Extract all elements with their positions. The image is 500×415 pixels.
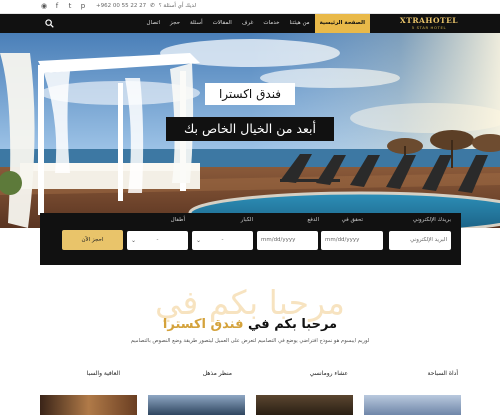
- welcome-heading: مرحبا بكم في فندق اكسترا: [0, 317, 500, 332]
- nav-item-rooms[interactable]: غرف: [237, 14, 259, 33]
- chevron-down-icon: ⌄: [196, 237, 202, 244]
- adults-select[interactable]: ⌄ -: [192, 231, 253, 250]
- feature-view: منظر مذهل: [202, 370, 232, 377]
- features-list: أداة السباحة عشاء رومانسي منظر مذهل العا…: [40, 370, 460, 382]
- contact-info: لديك أي أسئلة ؟ ✆ +962 00 55 22 27: [96, 2, 196, 11]
- welcome-description: لوريم ايبسوم هو نموذج افتراضي يوضع في ال…: [130, 338, 370, 344]
- phone-number[interactable]: +962 00 55 22 27: [96, 2, 146, 11]
- nav-item-about[interactable]: من هيئتنا: [284, 14, 314, 33]
- hero-title: فندق اكسترا: [205, 83, 295, 105]
- hotel-logo[interactable]: XTRAHOTEL 5 STAR HOTEL: [398, 16, 460, 31]
- pool-thumbnail[interactable]: [364, 395, 461, 415]
- feature-romantic-dinner: عشاء رومانسي: [309, 370, 348, 377]
- dinner-thumbnail[interactable]: [256, 395, 353, 415]
- checkin-date-input[interactable]: mm/dd/yyyy: [321, 231, 383, 250]
- social-links: ◉ f t p: [40, 2, 87, 11]
- book-now-button[interactable]: احجز الآن: [62, 230, 123, 250]
- children-label: أطفال: [170, 217, 185, 223]
- logo-title: XTRAHOTEL: [399, 16, 459, 25]
- welcome-prefix: مرحبا بكم في: [248, 317, 338, 332]
- nav-item-contact[interactable]: اتصال: [142, 14, 166, 33]
- hero-banner: فندق اكسترا أبعد من الخيال الخاص بك: [0, 33, 500, 228]
- nav-item-faq[interactable]: أسئلة: [185, 14, 208, 33]
- checkout-label: الدفع: [307, 217, 319, 223]
- nav-item-booking[interactable]: حجز: [165, 14, 185, 33]
- instagram-icon[interactable]: ◉: [40, 2, 48, 11]
- view-thumbnail[interactable]: [148, 395, 245, 415]
- question-text: لديك أي أسئلة ؟: [158, 3, 196, 9]
- phone-icon: ✆: [150, 3, 155, 9]
- checkout-date-input[interactable]: mm/dd/yyyy: [257, 231, 318, 250]
- logo-subtitle: 5 STAR HOTEL: [411, 25, 447, 30]
- booking-form: بريدك الإلكتروني البريد الإلكتروني تحقق …: [40, 213, 461, 265]
- hero-subtitle: أبعد من الخيال الخاص بك: [166, 117, 334, 141]
- pinterest-icon[interactable]: p: [79, 2, 87, 11]
- search-icon[interactable]: [45, 19, 54, 28]
- main-navigation: XTRAHOTEL 5 STAR HOTEL الصفحة الرئيسية م…: [0, 14, 500, 33]
- spa-thumbnail[interactable]: [40, 395, 137, 415]
- adults-label: الكبار: [240, 217, 253, 223]
- children-value: -: [156, 237, 159, 243]
- facebook-icon[interactable]: f: [53, 2, 61, 11]
- children-select[interactable]: ⌄ -: [127, 231, 188, 250]
- email-label: بريدك الإلكتروني: [412, 217, 451, 223]
- nav-item-home[interactable]: الصفحة الرئيسية: [314, 14, 370, 33]
- top-bar: ◉ f t p لديك أي أسئلة ؟ ✆ +962 00 55 22 …: [0, 0, 500, 14]
- checkin-label: تحقق في: [341, 217, 363, 223]
- feature-spa: العافية والسبا: [86, 370, 120, 377]
- twitter-icon[interactable]: t: [66, 2, 74, 11]
- email-input[interactable]: البريد الإلكتروني: [389, 231, 451, 250]
- welcome-hotel-name: فندق اكسترا: [162, 317, 244, 332]
- nav-menu: الصفحة الرئيسية من هيئتنا خدمات غرف المق…: [60, 14, 370, 33]
- nav-item-services[interactable]: خدمات: [258, 14, 284, 33]
- feature-thumbnails: [0, 395, 500, 415]
- adults-value: -: [221, 237, 224, 243]
- nav-item-articles[interactable]: المقالات: [208, 14, 237, 33]
- chevron-down-icon: ⌄: [131, 237, 137, 244]
- feature-pool: أداة السباحة: [427, 370, 458, 377]
